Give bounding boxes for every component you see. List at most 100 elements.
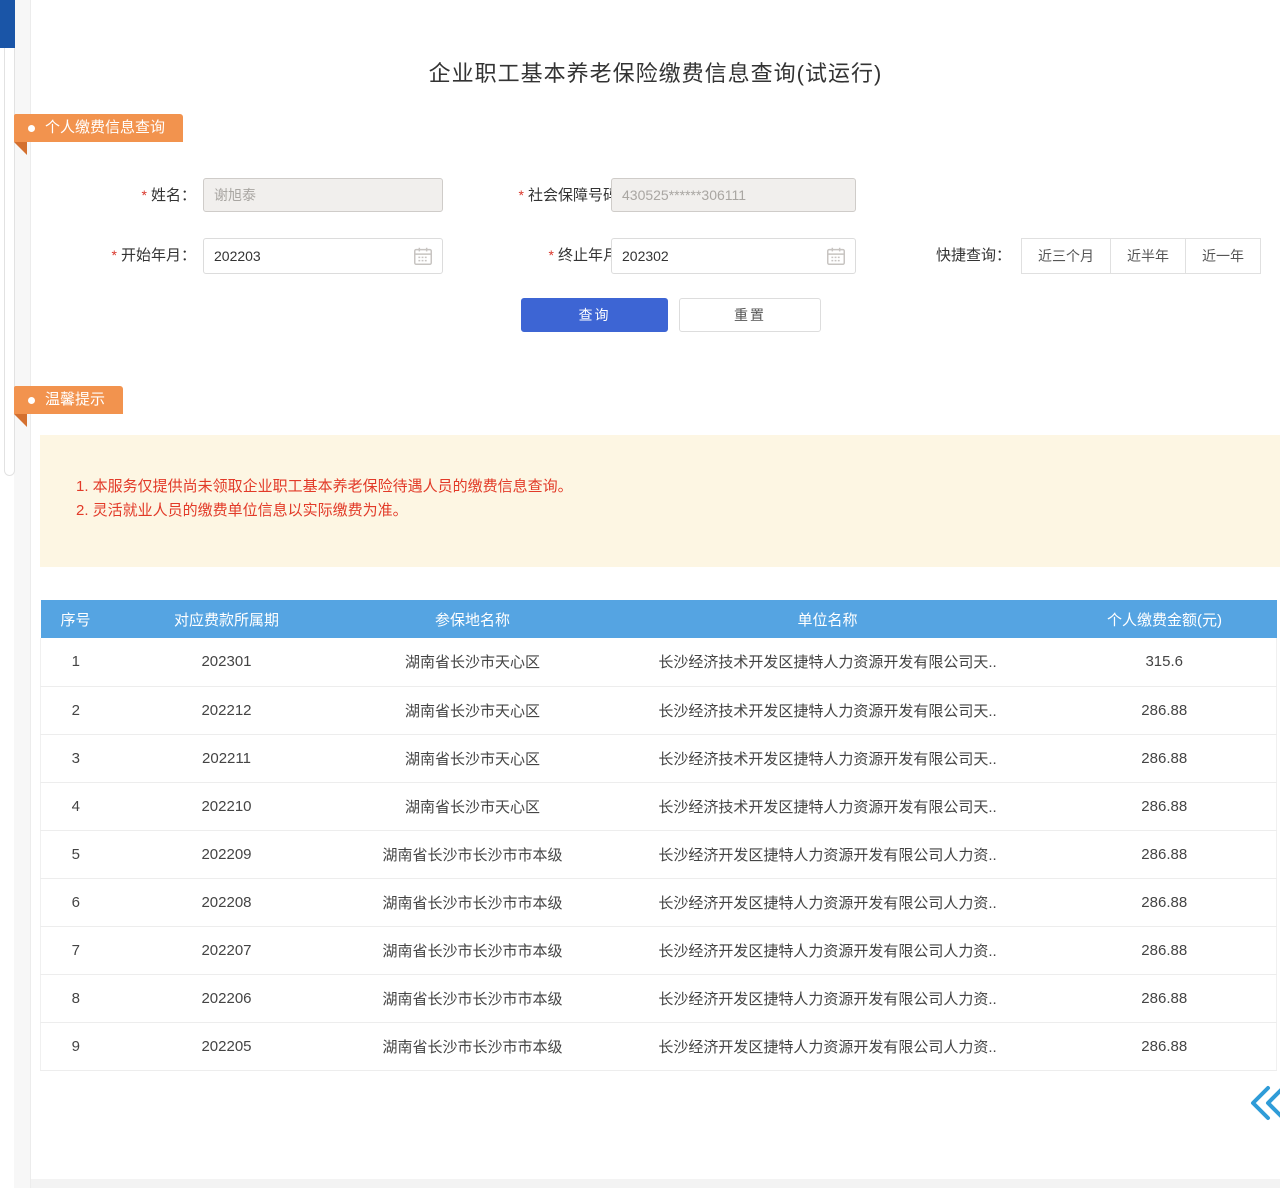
section-badge-label: 个人缴费信息查询 (45, 114, 165, 142)
table-cell: 286.88 (1053, 1022, 1277, 1070)
table-row: 3202211湖南省长沙市天心区长沙经济技术开发区捷特人力资源开发有限公司天..… (41, 734, 1277, 782)
table-row: 1202301湖南省长沙市天心区长沙经济技术开发区捷特人力资源开发有限公司天..… (41, 638, 1277, 686)
table-cell: 长沙经济开发区捷特人力资源开发有限公司人力资.. (603, 1022, 1053, 1070)
table-cell: 长沙经济开发区捷特人力资源开发有限公司人力资.. (603, 878, 1053, 926)
table-cell: 7 (41, 926, 111, 974)
table-cell: 202206 (111, 974, 343, 1022)
table-cell: 湖南省长沙市长沙市市本级 (343, 830, 603, 878)
tips-line: 2. 灵活就业人员的缴费单位信息以实际缴费为准。 (76, 499, 1280, 523)
table-cell: 湖南省长沙市长沙市市本级 (343, 1022, 603, 1070)
calendar-icon[interactable] (825, 245, 847, 267)
table-cell: 湖南省长沙市长沙市市本级 (343, 878, 603, 926)
table-cell: 202208 (111, 878, 343, 926)
table-cell: 2 (41, 686, 111, 734)
table-body: 1202301湖南省长沙市天心区长沙经济技术开发区捷特人力资源开发有限公司天..… (41, 638, 1277, 1070)
corner-blue-block (0, 0, 15, 48)
table-cell: 286.88 (1053, 926, 1277, 974)
left-gutter (14, 0, 31, 1188)
reset-button[interactable]: 重置 (679, 298, 821, 332)
table-header-cell: 序号 (41, 600, 111, 638)
table-cell: 1 (41, 638, 111, 686)
page-title: 企业职工基本养老保险缴费信息查询(试运行) (31, 56, 1280, 88)
name-label: *姓名： (31, 178, 196, 212)
calendar-icon[interactable] (412, 245, 434, 267)
table-cell: 湖南省长沙市天心区 (343, 638, 603, 686)
quick-button-last-half-year[interactable]: 近半年 (1110, 238, 1186, 274)
quick-button-last-year[interactable]: 近一年 (1185, 238, 1261, 274)
table-header-cell: 个人缴费金额(元) (1053, 600, 1277, 638)
table-cell: 湖南省长沙市长沙市市本级 (343, 926, 603, 974)
table-row: 8202206湖南省长沙市长沙市市本级长沙经济开发区捷特人力资源开发有限公司人力… (41, 974, 1277, 1022)
footer-strip (31, 1179, 1280, 1188)
table-cell: 286.88 (1053, 734, 1277, 782)
table-cell: 202205 (111, 1022, 343, 1070)
section-badge-personal-payment-query: 个人缴费信息查询 (14, 114, 183, 142)
table-cell: 202209 (111, 830, 343, 878)
required-asterisk: * (519, 187, 524, 203)
table-cell: 长沙经济技术开发区捷特人力资源开发有限公司天.. (603, 686, 1053, 734)
table-row: 9202205湖南省长沙市长沙市市本级长沙经济开发区捷特人力资源开发有限公司人力… (41, 1022, 1277, 1070)
table-cell: 8 (41, 974, 111, 1022)
table-cell: 长沙经济技术开发区捷特人力资源开发有限公司天.. (603, 638, 1053, 686)
table-header-cell: 对应费款所属期 (111, 600, 343, 638)
table-header-cell: 参保地名称 (343, 600, 603, 638)
table-cell: 5 (41, 830, 111, 878)
table-cell: 202301 (111, 638, 343, 686)
table-cell: 9 (41, 1022, 111, 1070)
table-row: 5202209湖南省长沙市长沙市市本级长沙经济开发区捷特人力资源开发有限公司人力… (41, 830, 1277, 878)
table-cell: 湖南省长沙市天心区 (343, 734, 603, 782)
section-bullet-icon (28, 397, 35, 404)
table-cell: 202210 (111, 782, 343, 830)
table-row: 6202208湖南省长沙市长沙市市本级长沙经济开发区捷特人力资源开发有限公司人力… (41, 878, 1277, 926)
main-panel: 企业职工基本养老保险缴费信息查询(试运行) 个人缴费信息查询 *姓名： *社会保… (31, 0, 1280, 1188)
table-cell: 长沙经济技术开发区捷特人力资源开发有限公司天.. (603, 734, 1053, 782)
table-cell: 3 (41, 734, 111, 782)
table-cell: 286.88 (1053, 830, 1277, 878)
table-cell: 湖南省长沙市长沙市市本级 (343, 974, 603, 1022)
query-button[interactable]: 查询 (521, 298, 668, 332)
table-row: 2202212湖南省长沙市天心区长沙经济技术开发区捷特人力资源开发有限公司天..… (41, 686, 1277, 734)
required-asterisk: * (142, 187, 147, 203)
start-month-field[interactable] (204, 248, 412, 264)
end-month-picker[interactable] (611, 238, 856, 274)
table-cell: 4 (41, 782, 111, 830)
quick-query-group: 近三个月 近半年 近一年 (1021, 238, 1261, 274)
tips-line: 1. 本服务仅提供尚未领取企业职工基本养老保险待遇人员的缴费信息查询。 (76, 475, 1280, 499)
ssn-field[interactable] (611, 178, 856, 212)
table-cell: 长沙经济开发区捷特人力资源开发有限公司人力资.. (603, 926, 1053, 974)
table-header-row: 序号对应费款所属期参保地名称单位名称个人缴费金额(元) (41, 600, 1277, 638)
section-badge-tips: 温馨提示 (14, 386, 123, 414)
table-cell: 湖南省长沙市天心区 (343, 686, 603, 734)
table-header-cell: 单位名称 (603, 600, 1053, 638)
table-cell: 286.88 (1053, 782, 1277, 830)
required-asterisk: * (112, 247, 117, 263)
table-cell: 202207 (111, 926, 343, 974)
end-month-label: *终止年月： (451, 238, 633, 272)
table-cell: 286.88 (1053, 686, 1277, 734)
name-field[interactable] (203, 178, 443, 212)
section-bullet-icon (28, 125, 35, 132)
table-cell: 315.6 (1053, 638, 1277, 686)
table-cell: 长沙经济开发区捷特人力资源开发有限公司人力资.. (603, 974, 1053, 1022)
required-asterisk: * (549, 247, 554, 263)
table-cell: 6 (41, 878, 111, 926)
tips-notice-box: 1. 本服务仅提供尚未领取企业职工基本养老保险待遇人员的缴费信息查询。 2. 灵… (40, 435, 1280, 567)
quick-query-label: 快捷查询： (906, 238, 1011, 274)
table-cell: 长沙经济开发区捷特人力资源开发有限公司人力资.. (603, 830, 1053, 878)
start-month-label: *开始年月： (31, 238, 196, 272)
table-cell: 286.88 (1053, 878, 1277, 926)
quick-button-last-3-months[interactable]: 近三个月 (1021, 238, 1111, 274)
section-badge-label: 温馨提示 (45, 386, 105, 414)
ssn-label: *社会保障号码： (451, 178, 633, 212)
table-cell: 长沙经济技术开发区捷特人力资源开发有限公司天.. (603, 782, 1053, 830)
table-cell: 湖南省长沙市天心区 (343, 782, 603, 830)
table-cell: 286.88 (1053, 974, 1277, 1022)
collapse-double-chevron-left-icon[interactable] (1247, 1084, 1280, 1122)
table-cell: 202212 (111, 686, 343, 734)
table-row: 4202210湖南省长沙市天心区长沙经济技术开发区捷特人力资源开发有限公司天..… (41, 782, 1277, 830)
end-month-field[interactable] (612, 248, 825, 264)
payment-records-table: 序号对应费款所属期参保地名称单位名称个人缴费金额(元) 1202301湖南省长沙… (40, 600, 1277, 1071)
table-cell: 202211 (111, 734, 343, 782)
start-month-picker[interactable] (203, 238, 443, 274)
table-row: 7202207湖南省长沙市长沙市市本级长沙经济开发区捷特人力资源开发有限公司人力… (41, 926, 1277, 974)
